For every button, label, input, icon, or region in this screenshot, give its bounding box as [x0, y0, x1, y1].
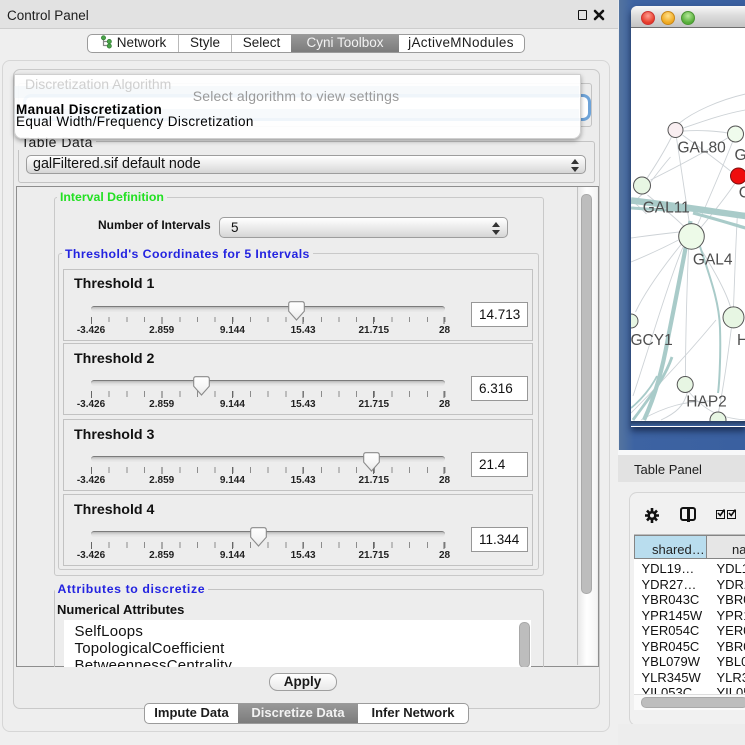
svg-text:GAL80: GAL80: [677, 140, 726, 157]
svg-text:HAP2: HAP2: [686, 394, 727, 411]
svg-text:GA: GA: [734, 147, 745, 164]
svg-text:GCY1: GCY1: [631, 332, 673, 349]
svg-text:H: H: [737, 332, 745, 349]
svg-text:GAL4: GAL4: [692, 251, 732, 268]
svg-text:C: C: [738, 185, 745, 202]
svg-text:GAL11: GAL11: [642, 199, 689, 216]
